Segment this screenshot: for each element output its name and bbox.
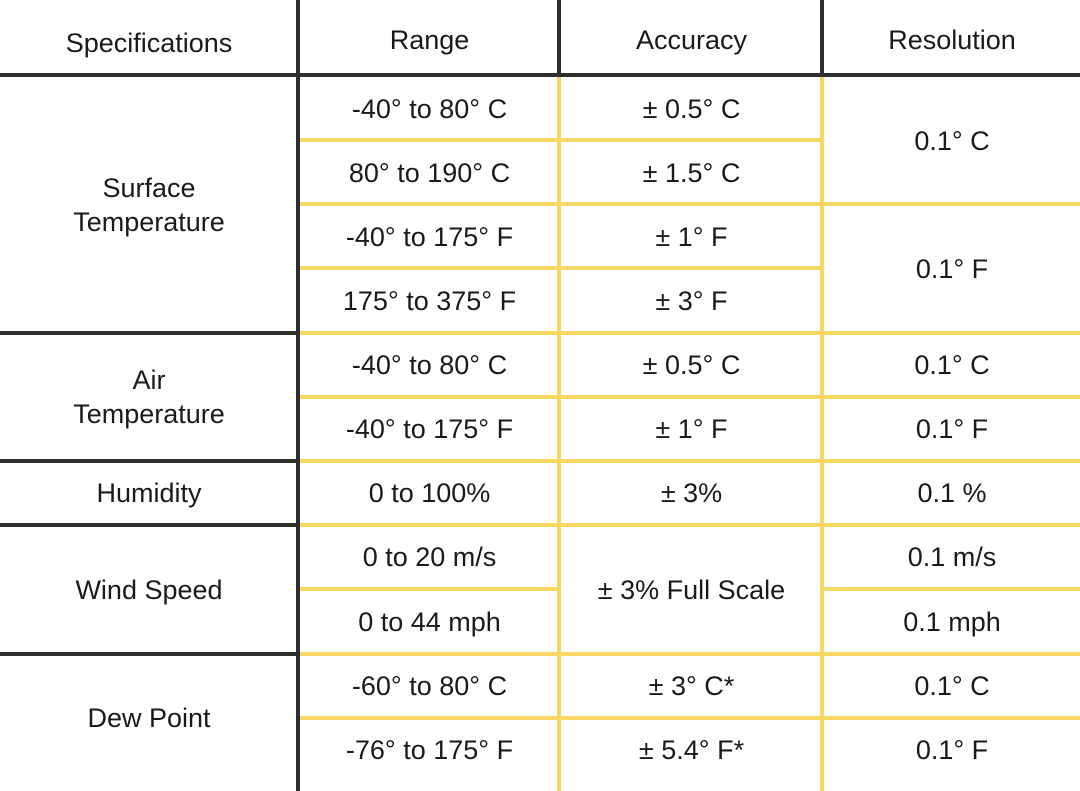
header-specifications: Specifications bbox=[65, 28, 233, 58]
accuracy-cell: ± 1.5° C bbox=[642, 158, 741, 188]
header-column-divider bbox=[557, 0, 561, 77]
range-cell: -40° to 175° F bbox=[345, 414, 514, 444]
group-air-temperature: Air Temperature bbox=[73, 365, 225, 429]
header-resolution: Resolution bbox=[888, 25, 1016, 55]
row-divider bbox=[822, 587, 1080, 591]
accuracy-cell: ± 5.4° F* bbox=[638, 735, 745, 765]
range-cell: 175° to 375° F bbox=[342, 286, 517, 316]
resolution-cell: 0.1° F bbox=[915, 254, 989, 284]
row-divider bbox=[300, 652, 1080, 656]
group-divider bbox=[0, 523, 298, 527]
accuracy-cell: ± 1° F bbox=[655, 222, 728, 252]
row-divider bbox=[300, 459, 1080, 463]
row-divider bbox=[300, 138, 822, 142]
header-rule bbox=[0, 73, 1080, 77]
resolution-cell: 0.1° C bbox=[914, 350, 990, 380]
row-divider bbox=[300, 587, 559, 591]
row-divider bbox=[300, 523, 1080, 527]
header-range: Range bbox=[389, 25, 470, 55]
accuracy-cell: ± 1° F bbox=[655, 414, 728, 444]
column-divider bbox=[820, 77, 824, 791]
range-cell: 0 to 44 mph bbox=[358, 606, 501, 637]
header-accuracy: Accuracy bbox=[635, 25, 748, 55]
group-dew-point: Dew Point bbox=[87, 703, 211, 733]
header-column-divider bbox=[820, 0, 824, 77]
accuracy-cell: ± 0.5° C bbox=[642, 94, 741, 124]
accuracy-cell: ± 3° F bbox=[655, 286, 728, 316]
accuracy-cell: ± 3% bbox=[660, 478, 723, 508]
resolution-cell: 0.1° C bbox=[914, 126, 990, 156]
resolution-cell: 0.1° C bbox=[914, 671, 990, 701]
row-divider bbox=[300, 202, 1080, 206]
resolution-cell: 0.1 mph bbox=[903, 606, 1001, 637]
group-wind-speed: Wind Speed bbox=[75, 574, 223, 605]
range-cell: -40° to 80° C bbox=[351, 350, 508, 380]
row-divider bbox=[300, 716, 1080, 720]
row-divider bbox=[300, 266, 822, 270]
group-humidity: Humidity bbox=[96, 478, 202, 508]
range-cell: -76° to 175° F bbox=[345, 735, 514, 765]
resolution-cell: 0.1 m/s bbox=[907, 542, 997, 572]
group-divider bbox=[0, 652, 298, 656]
accuracy-cell: ± 0.5° C bbox=[642, 350, 741, 380]
accuracy-cell: ± 3° C* bbox=[648, 671, 735, 701]
accuracy-cell: ± 3% Full Scale bbox=[597, 574, 786, 605]
range-cell: 0 to 100% bbox=[368, 478, 491, 508]
group-divider bbox=[0, 331, 298, 335]
resolution-cell: 0.1 % bbox=[917, 478, 987, 508]
range-cell: -40° to 175° F bbox=[345, 222, 514, 252]
spec-column-divider bbox=[296, 0, 300, 791]
group-divider bbox=[0, 459, 298, 463]
range-cell: 80° to 190° C bbox=[348, 158, 511, 188]
range-cell: -60° to 80° C bbox=[351, 671, 508, 701]
row-divider bbox=[300, 331, 1080, 335]
resolution-cell: 0.1° F bbox=[915, 414, 989, 444]
column-divider bbox=[557, 77, 561, 791]
row-divider bbox=[300, 395, 1080, 399]
group-surface-temperature: Surface Temperature bbox=[73, 173, 225, 237]
resolution-cell: 0.1° F bbox=[915, 735, 989, 765]
range-cell: 0 to 20 m/s bbox=[362, 542, 497, 572]
range-cell: -40° to 80° C bbox=[351, 94, 508, 124]
